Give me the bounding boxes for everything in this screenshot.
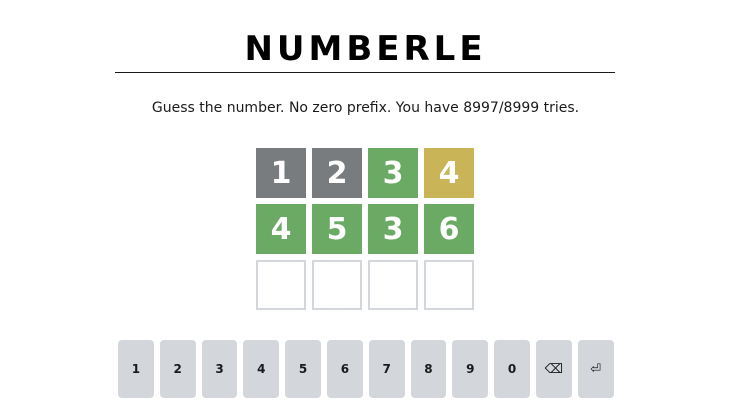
guess-board: 1 2 3 4 4 5 3 6 xyxy=(256,148,474,316)
guess-tile: 6 xyxy=(424,204,474,254)
backspace-key[interactable]: ⌫ xyxy=(535,340,572,398)
empty-tile xyxy=(312,260,362,310)
key-0[interactable]: 0 xyxy=(494,340,530,398)
backspace-icon: ⌫ xyxy=(544,361,564,377)
guess-tile: 3 xyxy=(368,148,418,198)
guess-tile: 3 xyxy=(368,204,418,254)
guess-tile: 5 xyxy=(312,204,362,254)
key-5[interactable]: 5 xyxy=(285,340,321,398)
guess-tile: 4 xyxy=(256,204,306,254)
title-divider xyxy=(115,72,615,73)
on-screen-keyboard: 1 2 3 4 5 6 7 8 9 0 ⌫ ⏎ xyxy=(118,340,614,398)
numberle-page: NUMBERLE Guess the number. No zero prefi… xyxy=(0,0,731,411)
key-2[interactable]: 2 xyxy=(159,340,196,398)
empty-tile xyxy=(424,260,474,310)
guess-row: 4 5 3 6 xyxy=(256,204,474,254)
enter-key[interactable]: ⏎ xyxy=(577,340,614,398)
guess-tile: 4 xyxy=(424,148,474,198)
instructions-text: Guess the number. No zero prefix. You ha… xyxy=(151,100,580,116)
empty-tile xyxy=(256,260,306,310)
guess-tile: 2 xyxy=(312,148,362,198)
key-4[interactable]: 4 xyxy=(243,340,280,398)
key-9[interactable]: 9 xyxy=(452,340,489,398)
enter-icon: ⏎ xyxy=(590,361,602,377)
page-title: NUMBERLE xyxy=(244,29,487,69)
key-6[interactable]: 6 xyxy=(326,340,363,398)
key-7[interactable]: 7 xyxy=(368,340,405,398)
guess-row: 1 2 3 4 xyxy=(256,148,474,198)
guess-tile: 1 xyxy=(256,148,306,198)
empty-tile xyxy=(368,260,418,310)
key-8[interactable]: 8 xyxy=(410,340,447,398)
key-1[interactable]: 1 xyxy=(118,340,154,398)
key-3[interactable]: 3 xyxy=(201,340,238,398)
guess-row-current xyxy=(256,260,474,310)
